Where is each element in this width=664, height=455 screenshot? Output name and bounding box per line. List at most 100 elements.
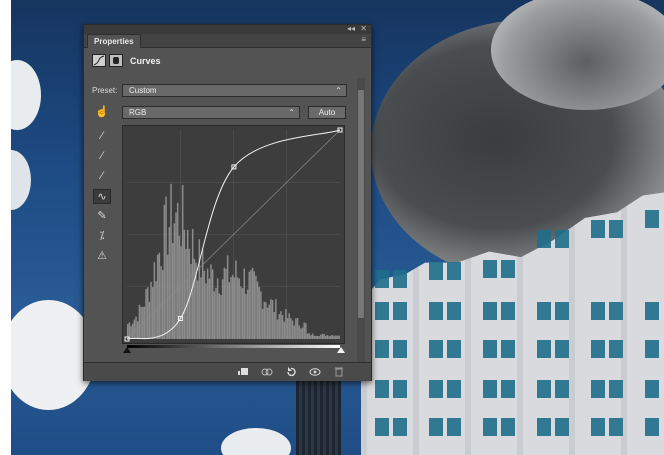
histogram-bar	[145, 289, 147, 339]
histogram-bar	[153, 262, 156, 339]
gray-point-eyedropper-icon[interactable]: ⁄	[93, 149, 111, 164]
histogram-bar	[213, 291, 216, 339]
histogram-bar	[203, 270, 206, 339]
tab-properties[interactable]: Properties	[87, 34, 141, 48]
histogram-bar	[256, 281, 259, 339]
histogram-bar	[188, 248, 191, 339]
histogram-bar	[236, 277, 239, 339]
histogram-bar	[318, 336, 320, 339]
histogram-bar	[225, 268, 227, 339]
histogram-bar	[183, 229, 186, 339]
histogram-bar	[201, 248, 204, 339]
histogram-bar	[280, 311, 282, 339]
preset-dropdown[interactable]: Custom ⌃	[122, 84, 347, 97]
clip-to-layer-icon[interactable]	[236, 365, 250, 378]
curves-adjustment-icon	[92, 54, 106, 67]
black-point-slider-handle[interactable]	[123, 347, 131, 353]
properties-panel: ◂◂ ✕ Properties ≡ Curves Preset: Custom …	[83, 24, 372, 381]
histogram-bar	[333, 336, 335, 339]
building-windows	[375, 210, 659, 436]
curve-points-tool-icon[interactable]: ∿	[93, 189, 111, 204]
cloud-left-top	[11, 60, 41, 130]
histogram-bar	[130, 326, 132, 339]
reset-icon[interactable]	[284, 365, 298, 378]
layer-mask-icon[interactable]	[109, 54, 123, 67]
pencil-tool-icon[interactable]: ✎	[93, 209, 111, 224]
histogram-bar	[296, 318, 299, 339]
histogram-bar	[193, 258, 196, 339]
histogram-bar	[233, 277, 236, 339]
black-point-eyedropper-icon[interactable]: ⁄	[93, 129, 111, 144]
histogram-bar	[260, 291, 262, 339]
histogram-bar	[221, 279, 224, 339]
histogram-bar	[131, 323, 134, 339]
histogram-bar	[316, 335, 319, 339]
histogram-bar	[228, 282, 231, 339]
histogram-bar	[240, 286, 242, 339]
histogram-bar	[320, 334, 322, 339]
input-gradient-bar	[127, 345, 340, 348]
delete-icon[interactable]	[332, 365, 346, 378]
histogram-bar	[238, 278, 241, 339]
histogram-bar	[288, 313, 290, 339]
preset-label: Preset:	[92, 86, 118, 95]
histogram-bar	[211, 269, 214, 339]
panel-menu-icon[interactable]: ≡	[361, 35, 366, 44]
histogram-bar	[245, 294, 247, 339]
histogram-bar	[305, 323, 307, 339]
histogram-bar	[175, 212, 177, 339]
histogram-bar	[336, 335, 339, 339]
histogram-bar	[266, 307, 269, 339]
histogram-bar	[311, 333, 314, 339]
histogram-bar	[196, 280, 199, 339]
histogram-bar	[163, 204, 166, 339]
curves-graph[interactable]	[122, 125, 345, 348]
histogram-bar	[268, 304, 270, 339]
histogram-bar	[133, 319, 136, 339]
panel-tab-row: Properties ≡	[84, 34, 371, 48]
histogram-bar	[198, 239, 201, 339]
histogram-bar	[248, 271, 251, 339]
histogram-bar	[158, 252, 161, 339]
preset-dropdown-arrow-icon: ⌃	[335, 86, 342, 95]
histogram-bar	[140, 306, 142, 339]
histogram-bar	[156, 254, 159, 339]
visibility-icon[interactable]	[308, 365, 322, 378]
histogram-bar	[185, 248, 187, 339]
histogram-bar	[146, 287, 149, 339]
preset-value: Custom	[129, 86, 157, 95]
histogram-bar	[273, 311, 275, 339]
collapse-panel-button[interactable]: ◂◂	[347, 24, 355, 33]
view-previous-state-icon[interactable]	[260, 365, 274, 378]
histogram-bar	[315, 335, 317, 339]
panel-scrollbar-thumb[interactable]	[358, 90, 364, 318]
clipping-warning-icon[interactable]: ⚠	[93, 249, 111, 264]
histogram-bar	[265, 302, 267, 339]
panel-scrollbar[interactable]	[357, 78, 365, 368]
white-point-slider-handle[interactable]	[337, 347, 345, 353]
channel-dropdown[interactable]: RGB ⌃	[122, 106, 300, 119]
histogram-bar	[325, 335, 327, 339]
panel-bottom-toolbar	[84, 362, 371, 381]
curves-graph-canvas[interactable]	[123, 126, 344, 343]
histogram-bar	[308, 333, 310, 339]
histogram-bar	[235, 260, 237, 339]
histogram-bar	[263, 301, 265, 339]
histogram-bar	[323, 333, 325, 339]
histogram-bar	[313, 335, 315, 339]
on-image-adjust-icon[interactable]: ☝	[93, 105, 111, 120]
histogram-bar	[246, 289, 249, 339]
smooth-curve-icon[interactable]: ⁒	[93, 229, 111, 244]
histogram-bar	[231, 274, 234, 339]
white-point-eyedropper-icon[interactable]: ⁄	[93, 169, 111, 184]
histogram-bar	[210, 264, 212, 339]
histogram-bar	[223, 267, 226, 339]
histogram-bar	[300, 328, 302, 339]
histogram-bar	[205, 283, 207, 339]
histogram-bar	[168, 227, 171, 339]
histogram-bar	[338, 335, 340, 339]
histogram-bar	[303, 322, 305, 339]
auto-button[interactable]: Auto	[308, 106, 346, 119]
histogram-bar	[216, 278, 219, 339]
close-panel-button[interactable]: ✕	[360, 24, 367, 33]
